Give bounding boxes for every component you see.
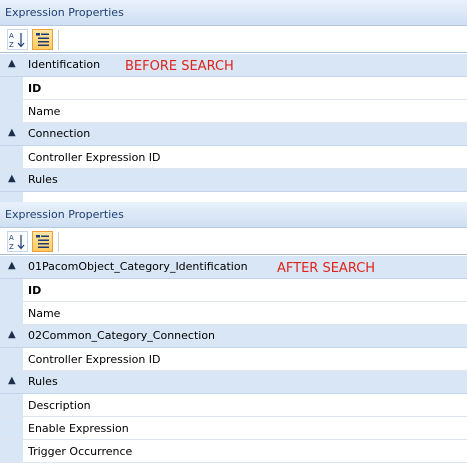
property-label: Enable Expression bbox=[28, 422, 129, 435]
category-label: Rules bbox=[28, 173, 58, 186]
property-label: Name bbox=[28, 307, 61, 320]
svg-text:Z: Z bbox=[9, 243, 14, 251]
property-toolbar: A Z bbox=[0, 229, 467, 255]
category-row-rules[interactable]: ▲ Rules bbox=[0, 371, 467, 394]
category-label: 02Common_Category_Connection bbox=[28, 329, 216, 342]
chevron-up-icon[interactable]: ▲ bbox=[8, 127, 16, 138]
property-row-description[interactable]: Description bbox=[0, 394, 467, 417]
property-row-id[interactable]: ID bbox=[0, 77, 467, 100]
chevron-up-icon[interactable]: ▲ bbox=[8, 329, 16, 340]
category-label: 01PacomObject_Category_Identification bbox=[28, 260, 248, 273]
property-label: Trigger Occurrence bbox=[28, 445, 133, 458]
panel-title-bar: Expression Properties bbox=[0, 0, 467, 26]
category-label: Rules bbox=[28, 375, 58, 388]
property-row-name[interactable]: Name bbox=[0, 302, 467, 325]
category-row-identification[interactable]: ▲ Identification BEFORE SEARCH bbox=[0, 54, 467, 77]
row-gutter bbox=[0, 146, 23, 168]
chevron-up-icon[interactable]: ▲ bbox=[8, 375, 16, 386]
row-gutter bbox=[0, 394, 23, 416]
annotation-label: BEFORE SEARCH bbox=[125, 59, 234, 74]
chevron-up-icon[interactable]: ▲ bbox=[8, 260, 16, 271]
category-label: Identification bbox=[28, 58, 101, 71]
sort-alphabetical-icon: A Z bbox=[9, 32, 25, 49]
sort-alphabetical-icon: A Z bbox=[9, 234, 25, 251]
categorized-button[interactable] bbox=[32, 231, 53, 252]
property-label: Description bbox=[28, 399, 91, 412]
chevron-up-icon[interactable]: ▲ bbox=[8, 173, 16, 184]
property-label: ID bbox=[28, 82, 42, 95]
property-panel-after: Expression Properties A Z ▲ 01PacomObjec… bbox=[0, 202, 467, 468]
panel-title: Expression Properties bbox=[5, 6, 124, 19]
sort-alphabetical-button[interactable]: A Z bbox=[7, 231, 28, 252]
property-row-controller-expression-id[interactable]: Controller Expression ID bbox=[0, 348, 467, 371]
panel-title: Expression Properties bbox=[5, 208, 124, 221]
category-row-connection[interactable]: ▲ Connection bbox=[0, 123, 467, 146]
toolbar-separator bbox=[58, 30, 59, 50]
category-row-rules[interactable]: ▲ Rules bbox=[0, 169, 467, 192]
panel-title-bar: Expression Properties bbox=[0, 202, 467, 228]
property-label: Controller Expression ID bbox=[28, 353, 161, 366]
property-label: ID bbox=[28, 284, 42, 297]
toolbar-separator bbox=[58, 232, 59, 252]
property-row-enable-expression[interactable]: Enable Expression bbox=[0, 417, 467, 440]
property-toolbar: A Z bbox=[0, 27, 467, 53]
svg-text:Z: Z bbox=[9, 41, 14, 49]
category-label: Connection bbox=[28, 127, 91, 140]
property-label: Controller Expression ID bbox=[28, 151, 161, 164]
row-gutter bbox=[0, 100, 23, 122]
property-grid: ▲ 01PacomObject_Category_Identification … bbox=[0, 256, 467, 463]
chevron-up-icon[interactable]: ▲ bbox=[8, 58, 16, 69]
categorized-icon bbox=[36, 33, 49, 46]
svg-text:A: A bbox=[9, 234, 14, 242]
row-gutter bbox=[0, 279, 23, 301]
property-panel-before: Expression Properties A Z ▲ Identificati… bbox=[0, 0, 467, 205]
sort-alphabetical-button[interactable]: A Z bbox=[7, 29, 28, 50]
category-row-connection[interactable]: ▲ 02Common_Category_Connection bbox=[0, 325, 467, 348]
svg-text:A: A bbox=[9, 32, 14, 40]
categorized-icon bbox=[36, 235, 49, 248]
property-row-id[interactable]: ID bbox=[0, 279, 467, 302]
row-gutter bbox=[0, 77, 23, 99]
row-gutter bbox=[0, 302, 23, 324]
property-grid: ▲ Identification BEFORE SEARCH ID Name ▲… bbox=[0, 54, 467, 205]
row-gutter bbox=[0, 348, 23, 370]
property-label: Name bbox=[28, 105, 61, 118]
annotation-label: AFTER SEARCH bbox=[277, 261, 376, 276]
property-row-trigger-occurrence[interactable]: Trigger Occurrence bbox=[0, 440, 467, 463]
category-row-identification[interactable]: ▲ 01PacomObject_Category_Identification … bbox=[0, 256, 467, 279]
property-row-name[interactable]: Name bbox=[0, 100, 467, 123]
row-gutter bbox=[0, 417, 23, 439]
categorized-button[interactable] bbox=[32, 29, 53, 50]
property-row-controller-expression-id[interactable]: Controller Expression ID bbox=[0, 146, 467, 169]
row-gutter bbox=[0, 440, 23, 462]
